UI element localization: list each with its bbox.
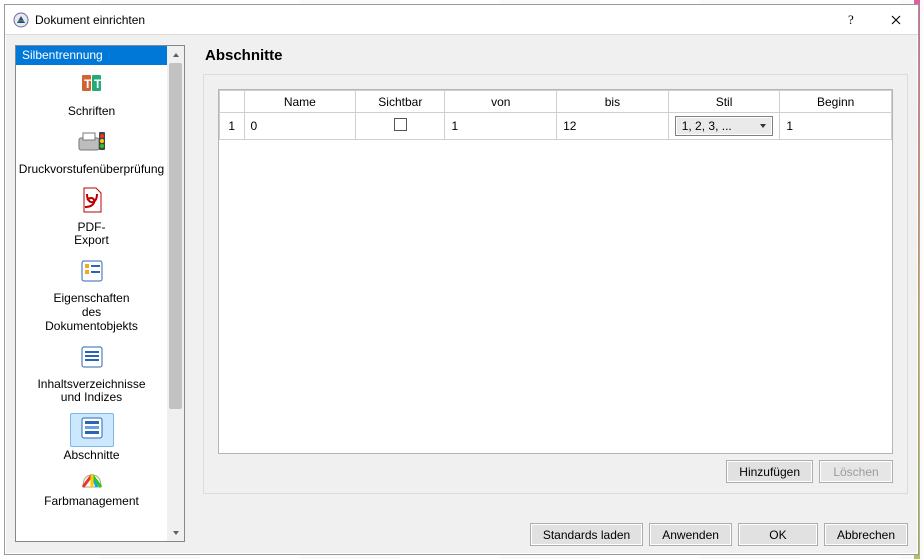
app-icon xyxy=(13,12,29,28)
pdf-icon xyxy=(77,185,107,219)
close-button[interactable] xyxy=(873,5,918,34)
help-button[interactable]: ? xyxy=(828,5,873,34)
sections-icon xyxy=(77,415,107,445)
category-item-preflight[interactable]: Druckvorstufenüberprüfung xyxy=(16,123,167,181)
add-section-button[interactable]: Hinzufügen xyxy=(726,460,813,483)
category-item-doc-properties[interactable]: Eigenschaften des Dokumentobjekts xyxy=(16,252,167,337)
scroll-down-button[interactable] xyxy=(167,524,184,541)
panel-title: Abschnitte xyxy=(205,47,908,64)
color-management-icon xyxy=(79,469,105,495)
load-defaults-button[interactable]: Standards laden xyxy=(530,523,643,546)
category-item-sections[interactable]: Abschnitte xyxy=(16,409,167,467)
svg-text:T: T xyxy=(94,77,102,91)
sections-table[interactable]: Name Sichtbar von bis Stil Beginn 1 xyxy=(218,89,893,454)
category-item-label: Abschnitte xyxy=(18,449,165,463)
scroll-up-button[interactable] xyxy=(167,46,184,63)
delete-section-button[interactable]: Löschen xyxy=(819,460,893,483)
col-style[interactable]: Stil xyxy=(668,91,780,113)
cancel-button[interactable]: Abbrechen xyxy=(824,523,908,546)
category-item-label: Schriften xyxy=(18,105,165,119)
category-item-label: Farbmanagement xyxy=(18,495,165,509)
document-setup-dialog: Dokument einrichten ? Silbentrennung T xyxy=(4,4,919,555)
col-visible[interactable]: Sichtbar xyxy=(356,91,445,113)
category-item-label: Eigenschaften des Dokumentobjekts xyxy=(18,292,165,333)
category-item-pdf-export[interactable]: PDF- Export xyxy=(16,181,167,253)
category-item-label: Druckvorstufenüberprüfung xyxy=(18,163,165,177)
chevron-down-icon xyxy=(756,119,770,133)
category-item-fonts[interactable]: T T Schriften xyxy=(16,65,167,123)
toc-icon xyxy=(77,344,107,374)
category-item-toc-indices[interactable]: Inhaltsverzeichnisse und Indizes xyxy=(16,338,167,410)
table-row[interactable]: 1 0 1 12 1, 2, 3, ... xyxy=(220,113,892,140)
scroll-thumb[interactable] xyxy=(169,63,182,409)
category-listbox[interactable]: Silbentrennung T T Schriften xyxy=(15,45,185,542)
apply-button[interactable]: Anwenden xyxy=(649,523,732,546)
row-index-cell: 1 xyxy=(220,113,245,140)
cell-name[interactable]: 0 xyxy=(244,113,356,140)
cell-visible[interactable] xyxy=(356,113,445,140)
sections-groupbox: Name Sichtbar von bis Stil Beginn 1 xyxy=(203,74,908,494)
col-from[interactable]: von xyxy=(445,91,557,113)
category-item-label: PDF- Export xyxy=(18,221,165,249)
col-to[interactable]: bis xyxy=(557,91,669,113)
col-name[interactable]: Name xyxy=(244,91,356,113)
printer-traffic-light-icon xyxy=(75,128,109,160)
category-heading: Silbentrennung xyxy=(16,46,167,65)
properties-icon xyxy=(77,257,107,289)
cell-from[interactable]: 1 xyxy=(445,113,557,140)
col-begin[interactable]: Beginn xyxy=(780,91,892,113)
category-item-label: Inhaltsverzeichnisse und Indizes xyxy=(18,378,165,406)
category-scrollbar[interactable] xyxy=(167,46,184,541)
category-item-color-management[interactable]: Farbmanagement xyxy=(16,467,167,511)
cell-style[interactable]: 1, 2, 3, ... xyxy=(668,113,780,140)
cell-to[interactable]: 12 xyxy=(557,113,669,140)
cell-begin[interactable]: 1 xyxy=(780,113,892,140)
scroll-track[interactable] xyxy=(167,63,184,524)
style-value: 1, 2, 3, ... xyxy=(682,119,732,133)
style-combobox[interactable]: 1, 2, 3, ... xyxy=(675,116,774,136)
corner-cell xyxy=(220,91,245,113)
window-title: Dokument einrichten xyxy=(35,13,145,27)
titlebar[interactable]: Dokument einrichten ? xyxy=(5,5,918,35)
fonts-icon: T T xyxy=(76,70,108,102)
svg-text:?: ? xyxy=(848,13,854,27)
svg-text:T: T xyxy=(84,77,92,91)
ok-button[interactable]: OK xyxy=(738,523,818,546)
table-header-row: Name Sichtbar von bis Stil Beginn xyxy=(220,91,892,113)
visible-checkbox[interactable] xyxy=(394,118,407,131)
